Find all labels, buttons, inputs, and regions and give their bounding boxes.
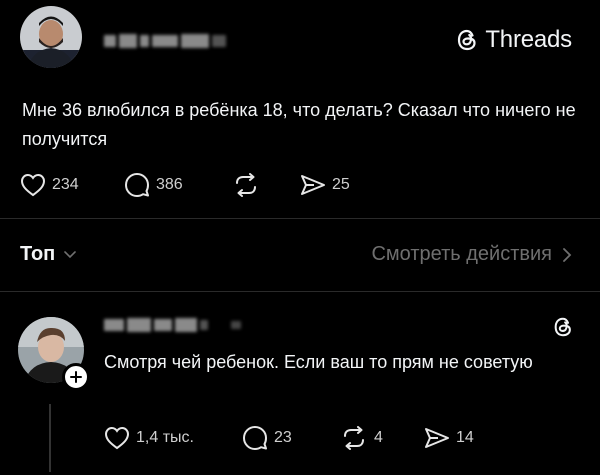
author-avatar[interactable] xyxy=(20,6,82,68)
sort-label: Топ xyxy=(20,243,56,265)
heart-icon xyxy=(104,426,130,450)
like-button[interactable]: 234 xyxy=(20,173,124,197)
brand-label: Threads xyxy=(485,26,572,53)
reply-repost-button[interactable]: 4 xyxy=(340,426,424,450)
threads-logo-icon xyxy=(458,29,476,51)
heart-icon xyxy=(20,173,46,197)
follow-button[interactable] xyxy=(62,363,90,391)
reply-like-count: 1,4 тыс. xyxy=(136,429,194,446)
view-activity-label: Смотреть действия xyxy=(371,243,552,265)
comment-count: 386 xyxy=(156,176,183,193)
reply-comment-button[interactable]: 23 xyxy=(242,425,340,451)
plus-icon xyxy=(70,371,82,383)
repost-icon xyxy=(344,426,364,450)
threads-link[interactable] xyxy=(552,316,574,343)
original-post: Threads Мне 36 влюбился в ребёнка 18, чт… xyxy=(0,0,600,218)
threads-logo-icon xyxy=(554,317,571,337)
chevron-down-icon xyxy=(64,250,77,258)
comment-icon xyxy=(125,173,149,197)
reply-share-count: 14 xyxy=(456,429,474,446)
reply-post: Смотря чей ребенок. Если ваш то прям не … xyxy=(0,292,600,475)
repost-icon xyxy=(236,173,256,197)
reply-like-button[interactable]: 1,4 тыс. xyxy=(104,426,242,450)
threads-brand[interactable]: Threads xyxy=(455,26,572,54)
reply-repost-count: 4 xyxy=(374,429,383,446)
share-count: 25 xyxy=(332,176,350,193)
reply-comment-count: 23 xyxy=(274,429,292,446)
comment-icon xyxy=(243,426,267,450)
post-body: Мне 36 влюбился в ребёнка 18, что делать… xyxy=(22,100,576,149)
share-button[interactable]: 25 xyxy=(300,174,350,196)
repost-button[interactable] xyxy=(232,173,300,197)
like-count: 234 xyxy=(52,176,79,193)
reply-share-button[interactable]: 14 xyxy=(424,427,474,449)
send-icon xyxy=(301,175,325,195)
comment-button[interactable]: 386 xyxy=(124,172,232,198)
replies-sort-bar: Топ Смотреть действия xyxy=(0,219,600,291)
sort-dropdown[interactable]: Топ xyxy=(20,243,77,266)
author-name-blurred[interactable] xyxy=(104,34,226,48)
view-activity-link[interactable]: Смотреть действия xyxy=(371,243,572,266)
thread-line xyxy=(49,404,51,472)
reply-actions: 1,4 тыс. 23 4 14 xyxy=(104,425,474,451)
reply-author-name-blurred[interactable] xyxy=(104,318,241,332)
post-actions: 234 386 25 xyxy=(20,172,350,198)
reply-body: Смотря чей ребенок. Если ваш то прям не … xyxy=(104,352,533,372)
send-icon xyxy=(425,428,449,448)
chevron-right-icon xyxy=(563,247,572,262)
